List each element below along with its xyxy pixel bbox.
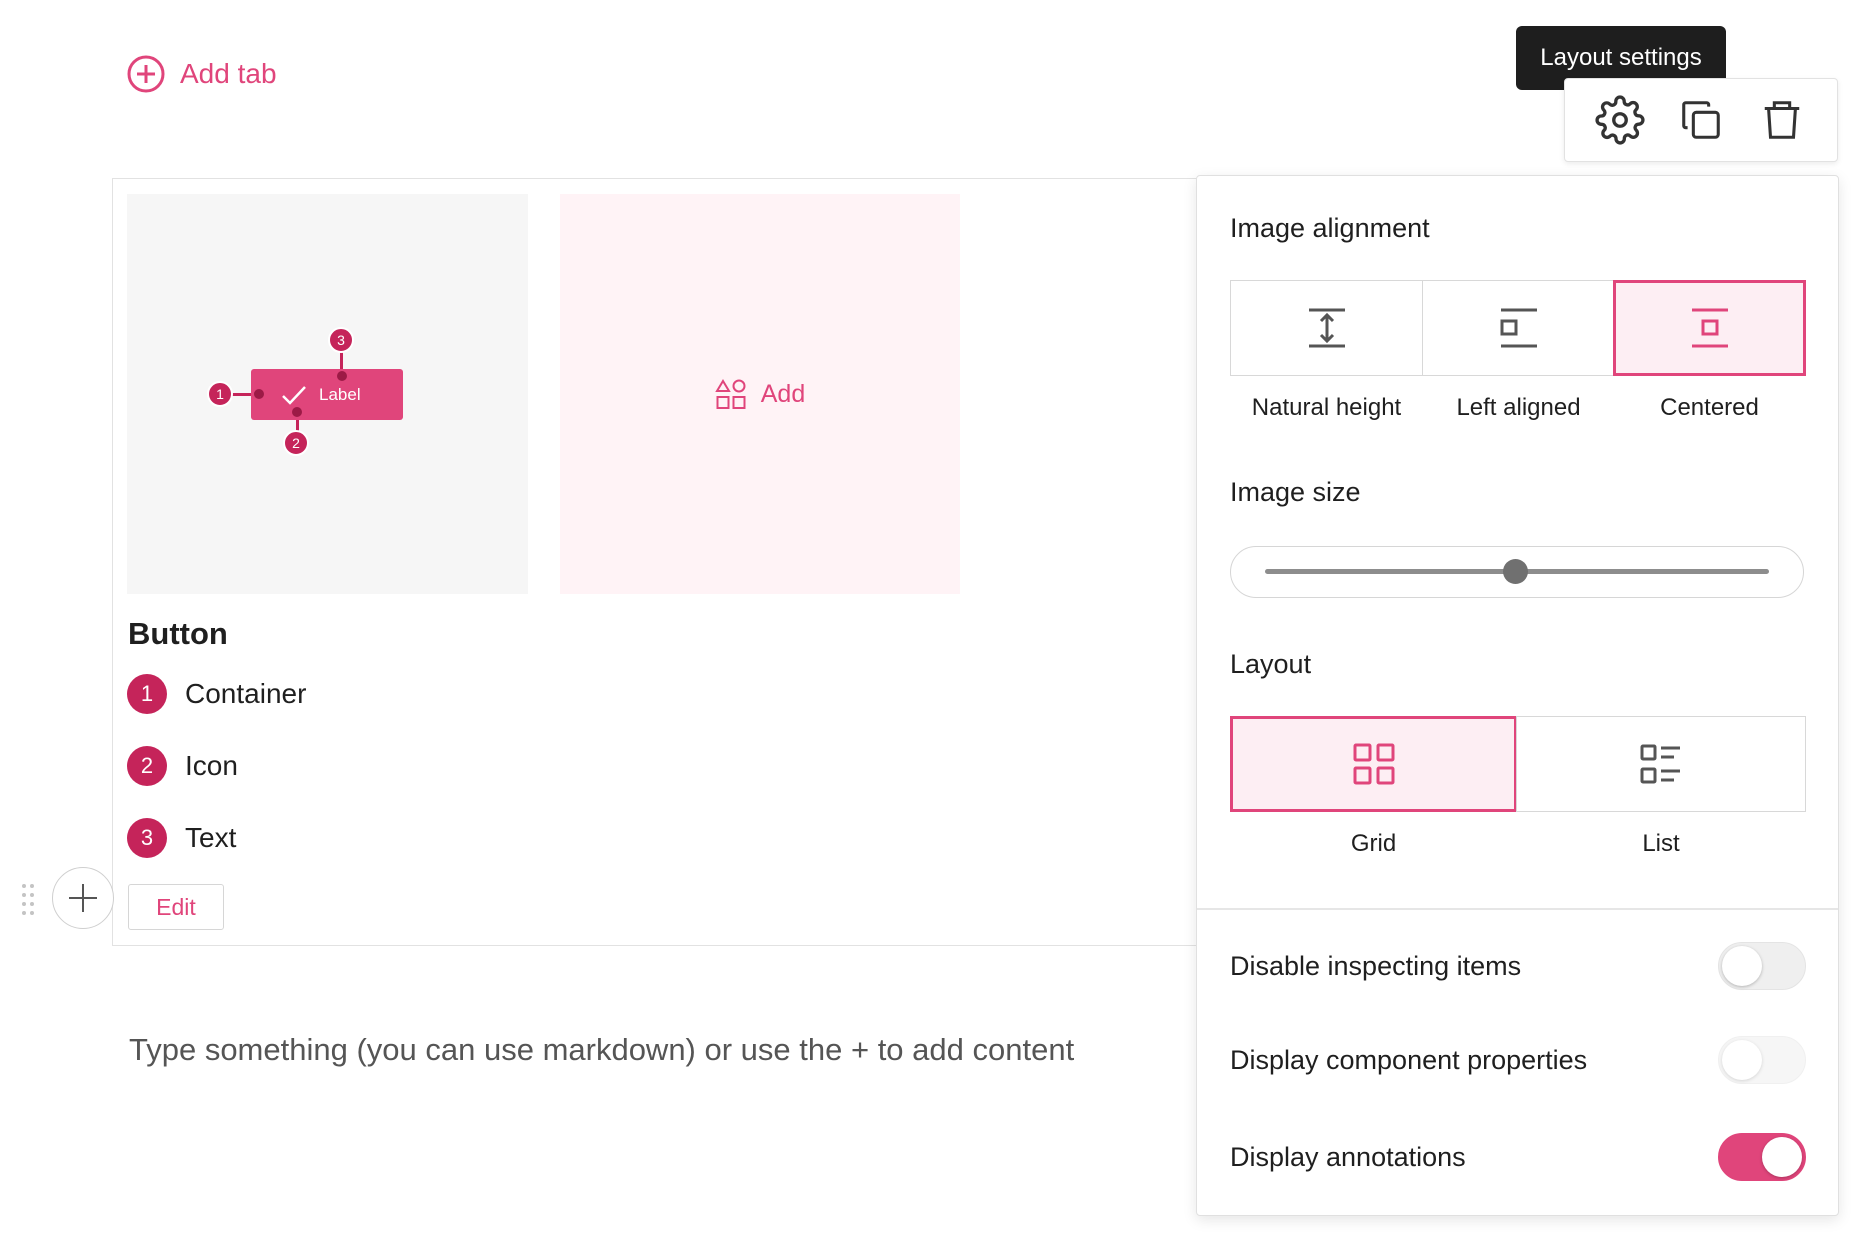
alignment-natural-height[interactable] [1230, 280, 1423, 376]
annotations-toggle[interactable] [1718, 1133, 1806, 1181]
block-toolbar [1564, 78, 1838, 162]
gear-icon [1595, 95, 1645, 145]
component-title: Button [128, 616, 228, 651]
centered-icon [1691, 308, 1728, 348]
preview-button-label: Label [319, 384, 361, 404]
toggle-row-annotations: Display annotations [1230, 1133, 1806, 1181]
add-circle-icon [126, 54, 166, 94]
trash-icon [1765, 101, 1800, 139]
slider-thumb[interactable] [1503, 559, 1528, 584]
check-icon [282, 385, 306, 405]
toggle-label: Display annotations [1230, 1141, 1466, 1172]
legend-item-icon: 2 Icon [127, 746, 238, 786]
legend-label: Container [185, 678, 307, 709]
alignment-label-left-aligned: Left aligned [1456, 394, 1581, 421]
settings-button[interactable] [1592, 92, 1648, 148]
delete-button[interactable] [1754, 92, 1810, 148]
legend-number: 1 [127, 674, 167, 714]
annotation-pin-3: 3 [328, 327, 354, 353]
add-item-label: Add [760, 379, 806, 408]
annotation-pin-2: 2 [283, 430, 309, 456]
toggle-row-disable-inspecting: Disable inspecting items [1230, 942, 1806, 990]
grid-icon [1353, 743, 1394, 785]
annotation-dot-2 [292, 407, 302, 417]
image-alignment-title: Image alignment [1230, 213, 1430, 243]
annotation-dot-1 [254, 389, 264, 399]
alignment-label-natural-height: Natural height [1251, 394, 1402, 421]
legend-number: 3 [127, 818, 167, 858]
left-aligned-icon [1500, 308, 1537, 348]
alignment-centered[interactable] [1613, 280, 1806, 376]
annotation-pin-1: 1 [207, 381, 233, 407]
disable-inspecting-toggle[interactable] [1718, 942, 1806, 990]
component-properties-toggle[interactable] [1718, 1036, 1806, 1084]
alignment-left-aligned[interactable] [1422, 280, 1615, 376]
add-block-button[interactable] [52, 867, 114, 929]
natural-height-icon [1308, 308, 1345, 348]
legend-item-text: 3 Text [127, 818, 236, 858]
layout-title: Layout [1230, 649, 1312, 679]
legend-label: Text [185, 822, 237, 853]
legend-label: Icon [185, 750, 238, 781]
layout-grid[interactable] [1230, 716, 1517, 812]
shapes-icon [714, 379, 746, 409]
image-size-title: Image size [1230, 477, 1361, 507]
legend-number: 2 [127, 746, 167, 786]
add-tab-label: Add tab [180, 58, 277, 89]
copy-icon [1682, 101, 1720, 139]
add-tab-button[interactable]: Add tab [126, 54, 277, 94]
preview-button: Label [251, 369, 403, 420]
layout-label-list: List [1642, 830, 1680, 857]
layout-label-grid: Grid [1350, 830, 1397, 857]
annotation-dot-3 [337, 371, 347, 381]
layout-list[interactable] [1516, 716, 1806, 812]
drag-handle-icon[interactable] [20, 882, 36, 918]
toggle-label: Display component properties [1230, 1044, 1588, 1075]
duplicate-button[interactable] [1673, 92, 1729, 148]
panel-divider [1197, 908, 1838, 910]
list-icon [1640, 744, 1680, 784]
alignment-label-centered: Centered [1660, 394, 1759, 421]
edit-button[interactable]: Edit [128, 884, 224, 930]
plus-icon [69, 884, 97, 912]
editor-placeholder[interactable]: Type something (you can use markdown) or… [129, 1032, 1074, 1068]
legend-item-container: 1 Container [127, 674, 306, 714]
toggle-label: Disable inspecting items [1230, 950, 1522, 981]
toggle-row-component-properties: Display component properties [1230, 1036, 1806, 1084]
add-item-tile[interactable]: Add [560, 194, 960, 594]
